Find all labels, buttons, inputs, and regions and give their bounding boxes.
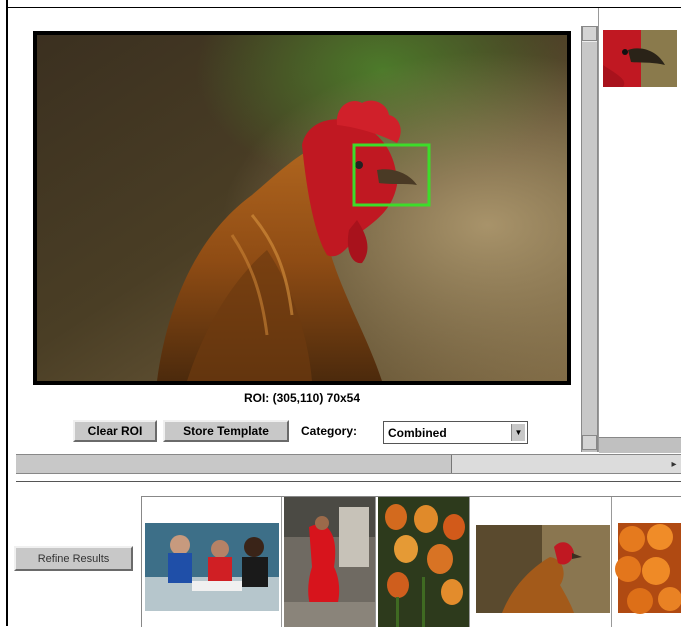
cell-divider [281, 497, 282, 627]
main-image-viewer[interactable] [33, 31, 571, 385]
cell-divider [375, 497, 376, 627]
store-template-button[interactable]: Store Template [163, 420, 289, 442]
result-thumbnail-rooster[interactable] [472, 497, 612, 627]
scroll-track[interactable] [451, 455, 681, 473]
category-select[interactable]: Combined ▼ [383, 421, 528, 444]
scroll-down-arrow[interactable] [582, 435, 597, 450]
cell-divider [611, 497, 612, 627]
cell-divider [469, 497, 470, 627]
roi-readout: ROI: (305,110) 70x54 [243, 391, 361, 405]
refine-results-button[interactable]: Refine Results [14, 546, 133, 571]
result-thumbnail-people[interactable] [142, 497, 282, 627]
results-strip [141, 496, 681, 627]
scroll-right-arrow[interactable]: ▸ [667, 455, 681, 473]
separator [16, 481, 681, 482]
window-frame-top [6, 7, 681, 8]
scroll-thumb[interactable] [582, 41, 597, 436]
results-scrollbar[interactable]: ▸ [16, 454, 681, 474]
template-hscrollbar[interactable] [599, 437, 681, 453]
chevron-down-icon[interactable]: ▼ [511, 424, 525, 441]
panel-divider [598, 8, 599, 452]
rooster-photo [37, 35, 567, 381]
result-thumbnail-oranges[interactable] [614, 497, 681, 627]
clear-roi-button[interactable]: Clear ROI [73, 420, 157, 442]
scroll-up-arrow[interactable] [582, 26, 597, 41]
template-thumbnail[interactable] [603, 30, 677, 87]
category-value: Combined [388, 426, 447, 440]
window-frame-left [6, 0, 8, 626]
template-scrollbar[interactable] [581, 26, 598, 452]
result-thumbnail-tulips[interactable] [378, 497, 470, 627]
category-label: Category: [301, 424, 358, 438]
result-thumbnail-dancer[interactable] [284, 497, 376, 627]
